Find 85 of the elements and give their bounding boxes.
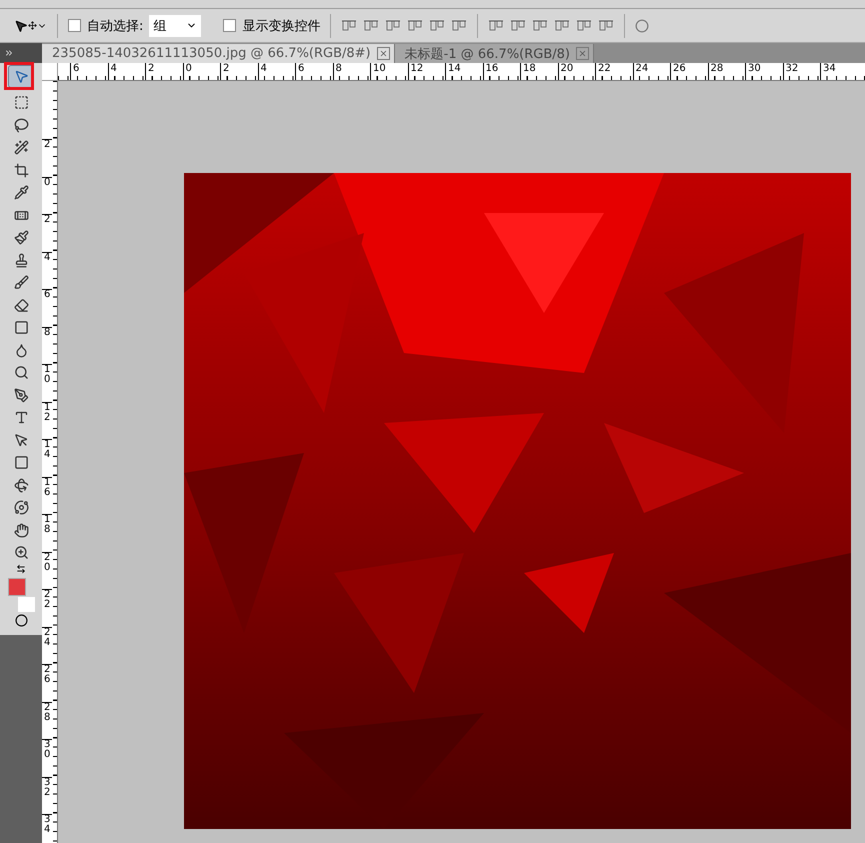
close-button[interactable]	[376, 47, 390, 60]
distribute-icon[interactable]	[576, 18, 592, 34]
dropdown[interactable]: 组	[149, 14, 202, 36]
close-icon	[378, 49, 388, 58]
pointer-icon[interactable]	[14, 18, 28, 32]
ruler-label: 28	[710, 63, 724, 74]
document-tab[interactable]: 未标题-1 @ 66.7%(RGB/8)	[394, 44, 594, 63]
distribute-icon[interactable]	[510, 18, 526, 34]
quick-mask-icon[interactable]	[14, 614, 28, 627]
ruler-label: 12	[410, 63, 424, 74]
letter-t-icon	[14, 410, 28, 426]
align-icon[interactable]	[451, 18, 468, 34]
document-tab[interactable]: 235085-14032611113050.jpg @ 66.7%(RGB/8#)	[42, 44, 395, 63]
stamp-icon	[14, 252, 28, 268]
ruler-label: 10	[373, 63, 386, 74]
magic-wand-icon	[14, 140, 28, 156]
ruler-label: 6	[73, 63, 80, 74]
arrow-icon	[14, 68, 28, 84]
ruler-label: 14	[44, 439, 50, 460]
ruler-label: 32	[786, 63, 798, 74]
rotate-3d-icon	[14, 478, 28, 493]
tab-title: 235085-14032611113050.jpg @ 66.7%(RGB/8#)	[52, 46, 371, 61]
align-icon[interactable]	[429, 18, 446, 34]
ruler-label: 2	[223, 63, 230, 74]
highlight-frame	[4, 62, 34, 90]
align-icon[interactable]	[385, 18, 402, 34]
swap-colors-icon[interactable]	[16, 564, 26, 574]
ruler-label: 12	[44, 402, 50, 422]
pen-icon	[14, 388, 28, 403]
pointer-icon	[14, 432, 28, 448]
ruler-label: 8	[336, 63, 342, 74]
ruler-label: 6	[298, 63, 304, 74]
ruler-origin[interactable]	[42, 63, 58, 81]
move-icon[interactable]	[28, 21, 37, 30]
ruler-label: 0	[186, 63, 192, 74]
droplet-icon	[14, 342, 28, 358]
distribute-icon[interactable]	[488, 18, 504, 34]
collapse-icon[interactable]	[4, 48, 14, 58]
ruler-label: 18	[523, 63, 536, 74]
ruler-label: 22	[598, 63, 611, 74]
ruler-label: 16	[44, 476, 50, 498]
foreground-color-swatch[interactable]	[8, 578, 26, 596]
ruler-label: 16	[486, 63, 498, 74]
ruler-label: 26	[673, 63, 686, 74]
ruler-label: 4	[260, 63, 267, 74]
ruler-label: 4	[110, 63, 117, 74]
distribute-icon[interactable]	[532, 18, 548, 34]
distribute-icon[interactable]	[554, 18, 570, 34]
square-icon	[14, 320, 28, 336]
close-icon	[578, 49, 587, 58]
align-icon[interactable]	[341, 18, 358, 34]
square-icon	[14, 455, 28, 470]
brush-icon	[14, 275, 28, 290]
eyedropper-icon	[14, 185, 28, 200]
ruler-label: 2	[148, 63, 154, 74]
align-icon[interactable]	[363, 18, 380, 34]
auto-align-icon[interactable]	[635, 18, 650, 32]
ruler-label: 0	[44, 176, 50, 188]
checkbox[interactable]	[68, 19, 81, 32]
checkbox-label: 显示变换控件	[242, 18, 320, 34]
ruler-label: 34	[823, 63, 836, 74]
tab-title: 未标题-1 @ 66.7%(RGB/8)	[404, 46, 570, 62]
ruler-label: 18	[44, 514, 50, 535]
dashed-square-icon	[14, 95, 28, 110]
ruler-label: 10	[44, 364, 50, 385]
paintbrush-icon	[14, 230, 28, 246]
ruler-label: 14	[448, 63, 461, 74]
align-icon[interactable]	[407, 18, 424, 34]
background-color-swatch[interactable]	[18, 597, 35, 612]
close-button[interactable]	[576, 47, 589, 60]
orbit-icon	[14, 500, 28, 516]
checkbox-label: 自动选择:	[87, 18, 144, 34]
ruler-label: 8	[44, 326, 50, 338]
zoom-in-icon	[14, 545, 28, 560]
checkbox[interactable]	[223, 19, 236, 32]
crop-icon	[14, 162, 28, 178]
lasso-icon	[14, 118, 28, 133]
distribute-icon[interactable]	[598, 18, 614, 34]
ruler-label: 20	[560, 63, 574, 74]
ruler-label: 4	[44, 252, 50, 262]
hand-icon	[14, 522, 28, 538]
ruler-label: 30	[748, 63, 761, 74]
eraser-icon	[14, 298, 28, 313]
ruler-label: 24	[636, 63, 648, 74]
magnifier-icon	[14, 365, 28, 380]
